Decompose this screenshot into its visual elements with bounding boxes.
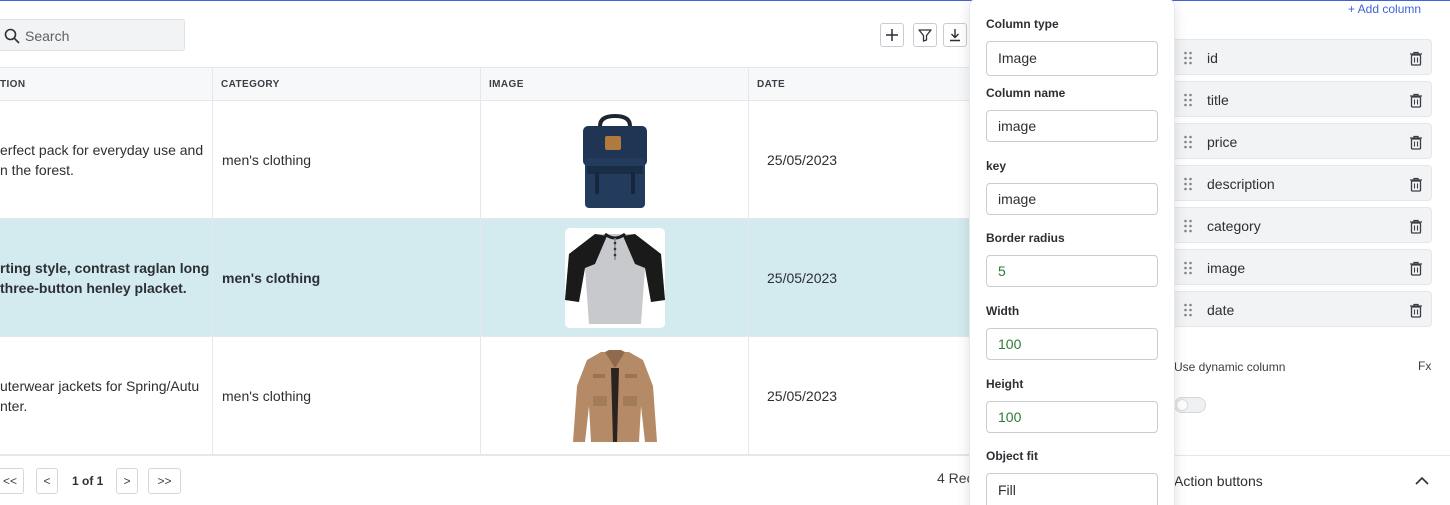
column-item-label: id [1207,50,1218,66]
add-column-link[interactable]: + Add column [1348,2,1421,16]
column-type-label: Column type [986,17,1059,31]
header-description[interactable]: TION [0,68,26,101]
column-item-image[interactable]: image [1170,249,1432,285]
dynamic-column-toggle[interactable] [1174,397,1206,413]
key-label: key [986,159,1007,173]
trash-icon[interactable] [1409,51,1423,66]
table-row[interactable]: uterwear jackets for Spring/Autu nter. m… [0,337,970,455]
jacket-image [565,346,665,446]
first-page-button[interactable]: << [0,468,24,494]
action-buttons-divider [1160,455,1450,456]
width-label: Width [986,304,1020,318]
trash-icon[interactable] [1409,261,1423,276]
column-item-label: description [1207,176,1275,192]
width-input[interactable]: 100 [986,328,1158,360]
download-icon [950,29,960,42]
date-cell: 25/05/2023 [767,388,838,404]
drag-handle-icon[interactable] [1183,219,1193,233]
object-fit-select[interactable]: Fill [986,473,1158,505]
drag-handle-icon[interactable] [1183,135,1193,149]
column-item-price[interactable]: price [1170,123,1432,159]
column-name-label: Column name [986,86,1066,100]
category-cell: men's clothing [222,152,312,168]
records-count: 4 Rec [937,470,974,486]
height-input[interactable]: 100 [986,401,1158,433]
drag-handle-icon[interactable] [1183,93,1193,107]
search-input[interactable]: Search [0,19,185,51]
trash-icon[interactable] [1409,303,1423,318]
filter-icon [918,29,932,42]
trash-icon[interactable] [1409,93,1423,108]
henley-shirt-image [565,228,665,328]
key-input[interactable]: image [986,183,1158,215]
column-item-label: price [1207,134,1238,150]
trash-icon[interactable] [1409,219,1423,234]
column-type-select[interactable]: Image [986,41,1158,76]
column-item-label: date [1207,302,1235,318]
description-cell: uterwear jackets for Spring/Autu nter. [0,378,200,414]
dynamic-column-label: Use dynamic column [1174,360,1286,374]
column-item-category[interactable]: category [1170,207,1432,243]
backpack-image [565,110,665,210]
column-item-label: category [1207,218,1261,234]
drag-handle-icon[interactable] [1183,51,1193,65]
object-fit-label: Object fit [986,449,1039,463]
fx-button[interactable]: Fx [1418,359,1431,373]
filter-button[interactable] [913,23,937,47]
plus-icon [886,29,898,41]
prev-page-button[interactable]: < [36,468,58,494]
header-category[interactable]: CATEGORY [213,68,280,101]
border-radius-label: Border radius [986,231,1065,245]
date-cell: 25/05/2023 [767,152,838,168]
toggle-knob [1177,400,1187,410]
trash-icon[interactable] [1409,135,1423,150]
border-radius-input[interactable]: 5 [986,255,1158,287]
footer-divider [0,455,970,456]
drag-handle-icon[interactable] [1183,303,1193,317]
column-name-input[interactable]: image [986,110,1158,142]
download-button[interactable] [943,23,967,47]
search-icon [4,28,20,44]
category-cell: men's clothing [222,388,312,404]
header-image[interactable]: IMAGE [481,68,524,101]
add-row-button[interactable] [880,23,904,47]
search-placeholder: Search [25,28,70,44]
column-item-description[interactable]: description [1170,165,1432,201]
description-cell: rting style, contrast raglan long three-… [0,260,210,296]
height-label: Height [986,377,1024,391]
table-row[interactable]: erfect pack for everyday use and n the f… [0,101,970,219]
column-item-date[interactable]: date [1170,291,1432,327]
last-page-button[interactable]: >> [148,468,181,494]
trash-icon[interactable] [1409,177,1423,192]
description-cell: erfect pack for everyday use and n the f… [0,142,204,178]
chevron-up-icon[interactable] [1415,475,1429,487]
column-item-label: image [1207,260,1246,276]
category-cell: men's clothing [222,270,321,286]
column-item-title[interactable]: title [1170,81,1432,117]
date-cell: 25/05/2023 [767,270,838,286]
page-info: 1 of 1 [72,474,104,488]
app-root: Search TION CATEGORY IMAGE DATE erfect p… [0,0,1450,505]
action-buttons-label[interactable]: Action buttons [1174,473,1263,489]
column-item-label: title [1207,92,1229,108]
column-divider[interactable] [480,67,481,455]
column-settings-popover: Column type Image Column name image key … [970,0,1174,505]
column-divider[interactable] [212,67,213,455]
column-divider[interactable] [748,67,749,455]
top-accent-line [0,0,1450,1]
column-item-id[interactable]: id [1170,39,1432,75]
next-page-button[interactable]: > [116,468,138,494]
drag-handle-icon[interactable] [1183,261,1193,275]
drag-handle-icon[interactable] [1183,177,1193,191]
table-row[interactable]: rting style, contrast raglan long three-… [0,219,970,337]
table-header: TION CATEGORY IMAGE DATE [0,67,970,101]
header-date[interactable]: DATE [749,68,785,101]
